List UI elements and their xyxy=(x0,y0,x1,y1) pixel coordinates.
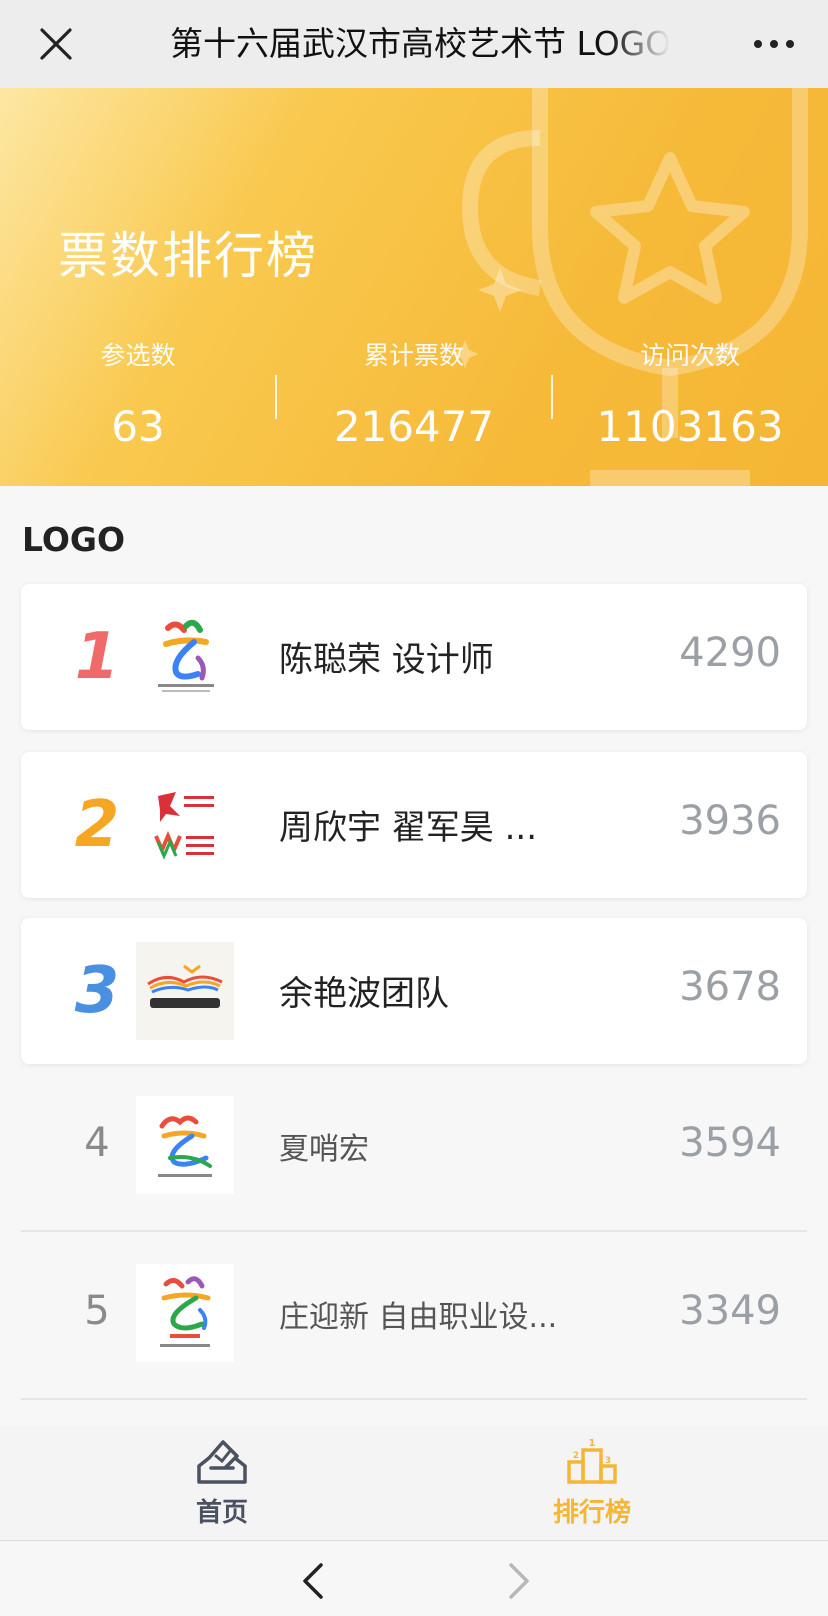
entry-logo-image xyxy=(136,1264,234,1362)
entry-name: 庄迎新 自由职业设... xyxy=(279,1300,558,1335)
rank-number: 4 xyxy=(84,1120,110,1166)
vote-count: 3594 xyxy=(679,1120,781,1166)
bottom-tab-bar: 首页 1 2 3 排行榜 xyxy=(0,1426,828,1540)
rank-number: 3 xyxy=(74,954,120,1028)
chevron-left-icon[interactable] xyxy=(295,1561,335,1601)
rank-number: 5 xyxy=(84,1288,110,1334)
tab-home[interactable]: 首页 xyxy=(142,1438,302,1529)
vote-count: 3349 xyxy=(679,1288,781,1334)
svg-text:2: 2 xyxy=(573,1451,579,1461)
ranking-card[interactable]: 2 周欣宇 翟军昊 ... 3936 xyxy=(21,752,807,898)
stat-label: 访问次数 xyxy=(639,341,740,370)
ranking-row[interactable]: 4 夏哨宏 3594 xyxy=(21,1064,807,1232)
stat-visits: 访问次数 1103163 xyxy=(552,336,828,451)
ranking-card[interactable]: 1 陈聪荣 设计师 4290 xyxy=(21,584,807,730)
entry-logo-image xyxy=(136,942,234,1040)
entry-name: 周欣宇 翟军昊 ... xyxy=(279,808,538,848)
tab-ranking-label: 排行榜 xyxy=(552,1498,631,1528)
stat-value: 63 xyxy=(111,402,165,451)
ranking-banner: 票数排行榜 参选数 63 累计票数 216477 访问次数 1103163 xyxy=(0,88,828,486)
ballot-box-icon xyxy=(197,1440,247,1484)
entry-logo-image xyxy=(136,608,234,706)
section-title: LOGO xyxy=(22,520,126,559)
tab-ranking[interactable]: 1 2 3 排行榜 xyxy=(512,1438,672,1529)
banner-heading: 票数排行榜 xyxy=(58,227,318,285)
stat-label: 累计票数 xyxy=(363,341,464,370)
ranking-row[interactable]: 5 庄迎新 自由职业设... 3349 xyxy=(21,1232,807,1400)
entry-logo-image xyxy=(136,776,234,874)
entry-name: 夏哨宏 xyxy=(279,1132,369,1167)
top-navigation-bar: 第十六届武汉市高校艺术节 LOGO xyxy=(0,0,828,88)
rank-number: 1 xyxy=(74,620,120,694)
browser-navigation-bar xyxy=(0,1540,828,1616)
ranking-card[interactable]: 3 余艳波团队 3678 xyxy=(21,918,807,1064)
page-title: 第十六届武汉市高校艺术节 LOGO xyxy=(170,24,670,63)
rank-number: 2 xyxy=(74,788,120,862)
entry-name: 陈聪荣 设计师 xyxy=(279,640,494,680)
entry-name: 余艳波团队 xyxy=(279,974,449,1014)
svg-text:3: 3 xyxy=(605,1456,611,1466)
more-icon[interactable] xyxy=(752,28,796,60)
entry-logo-image xyxy=(136,1096,234,1194)
podium-icon: 1 2 3 xyxy=(567,1438,617,1484)
vote-count: 4290 xyxy=(679,630,781,676)
stat-entries: 参选数 63 xyxy=(0,336,276,451)
stat-label: 参选数 xyxy=(100,341,176,370)
vote-count: 3936 xyxy=(679,798,781,844)
stat-value: 216477 xyxy=(333,402,495,451)
stat-value: 1103163 xyxy=(596,402,784,451)
stat-total-votes: 累计票数 216477 xyxy=(276,336,552,451)
svg-text:1: 1 xyxy=(589,1438,596,1449)
chevron-right-icon[interactable] xyxy=(497,1561,537,1601)
vote-count: 3678 xyxy=(679,964,781,1010)
close-icon[interactable] xyxy=(36,24,76,64)
tab-home-label: 首页 xyxy=(195,1498,248,1528)
